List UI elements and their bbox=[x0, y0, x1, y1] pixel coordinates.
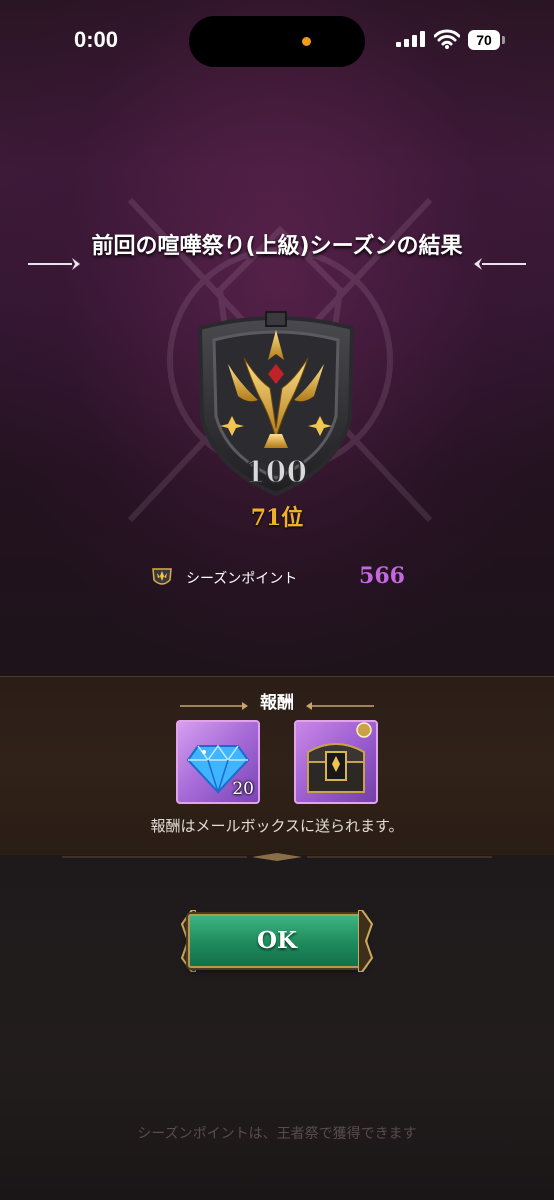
ok-button-ornament-right-icon bbox=[358, 910, 374, 972]
reward-item-chest[interactable] bbox=[294, 720, 378, 804]
ok-button[interactable]: OK bbox=[188, 914, 366, 968]
wifi-icon bbox=[434, 29, 460, 49]
battery-level: 70 bbox=[468, 30, 500, 50]
badge-number: 100 bbox=[245, 455, 308, 490]
title-ornament-left-icon bbox=[28, 258, 80, 270]
season-points-label: シーズンポイント bbox=[186, 571, 298, 587]
battery-icon: 70 bbox=[468, 30, 506, 50]
season-points-value: 566 bbox=[359, 563, 405, 589]
reward-item-diamond[interactable]: 20 bbox=[176, 720, 260, 804]
status-bar: 0:00 70 bbox=[0, 0, 554, 80]
recording-indicator-icon bbox=[302, 37, 311, 46]
rank-shield-badge-icon: 100 bbox=[197, 311, 355, 497]
reward-title: 報酬 bbox=[260, 693, 294, 713]
battery-tip bbox=[502, 36, 505, 44]
dynamic-island bbox=[189, 16, 365, 67]
background-footer-note: シーズンポイントは、王者祭で獲得できます bbox=[137, 1126, 417, 1142]
background-lower bbox=[0, 855, 554, 1200]
trophy-icon bbox=[152, 568, 172, 585]
reward-quantity: 20 bbox=[232, 779, 254, 799]
rank-value: 71位 bbox=[250, 505, 304, 531]
signal-icon bbox=[396, 31, 425, 47]
clock: 0:00 bbox=[74, 27, 119, 52]
result-title: 前回の喧嘩祭り(上級)シーズンの結果 bbox=[91, 234, 463, 259]
title-ornament-right-icon bbox=[474, 258, 526, 270]
treasure-chest-icon bbox=[307, 722, 372, 793]
reward-divider-icon bbox=[62, 853, 492, 861]
reward-note: 報酬はメールボックスに送られます。 bbox=[150, 817, 404, 835]
